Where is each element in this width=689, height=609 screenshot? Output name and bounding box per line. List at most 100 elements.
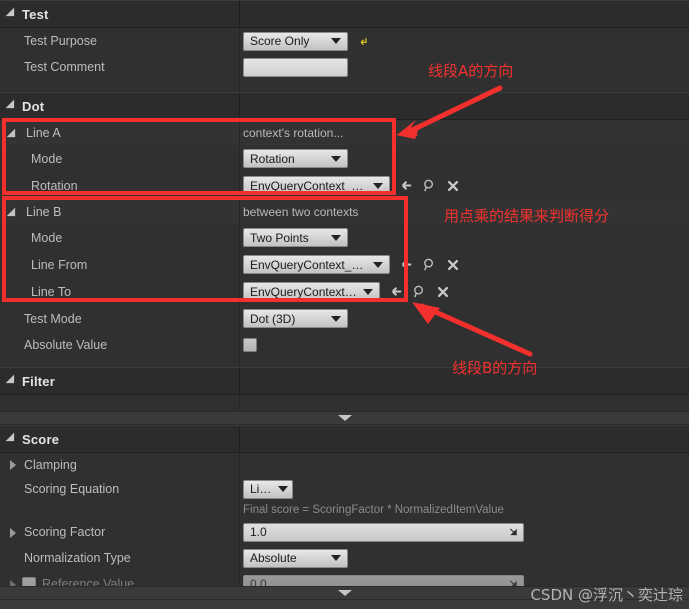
label-line-a-mode: Mode (31, 151, 63, 166)
normalization-type-dropdown[interactable]: Absolute (243, 548, 348, 568)
chevron-down-icon (278, 486, 288, 492)
column-splitter[interactable] (239, 172, 240, 199)
spacer (0, 358, 689, 367)
row-line-a-mode: Mode Rotation (0, 145, 689, 172)
section-header-test[interactable]: Test (0, 0, 689, 28)
filter-expander-bar[interactable] (0, 411, 689, 425)
collapse-triangle-icon[interactable] (10, 528, 16, 538)
test-mode-dropdown[interactable]: Dot (3D) (243, 309, 348, 328)
chevron-down-icon (337, 590, 352, 596)
line-a-rotation-value: EnvQueryContext_Querier (250, 178, 369, 193)
row-test-mode: Test Mode Dot (3D) (0, 305, 689, 332)
label-line-a: Line A (26, 125, 61, 140)
back-arrow-icon[interactable] (388, 284, 403, 299)
column-splitter[interactable] (239, 519, 240, 545)
clear-icon[interactable] (436, 285, 450, 299)
expand-triangle-icon (5, 374, 19, 388)
label-test-mode: Test Mode (24, 311, 82, 326)
test-comment-input[interactable] (243, 57, 348, 77)
collapse-triangle-icon (10, 460, 16, 470)
section-header-score[interactable]: Score (0, 425, 689, 453)
test-purpose-dropdown[interactable]: Score Only (243, 31, 348, 51)
column-splitter (239, 358, 240, 367)
column-splitter[interactable] (239, 426, 240, 452)
column-splitter[interactable] (239, 251, 240, 278)
label-scoring-factor: Scoring Factor (24, 525, 106, 539)
column-splitter[interactable] (239, 453, 240, 477)
section-title-score: Score (22, 431, 60, 447)
test-mode-value: Dot (3D) (250, 311, 296, 326)
back-arrow-icon[interactable] (398, 257, 413, 272)
section-title-dot: Dot (22, 98, 45, 114)
column-splitter[interactable] (239, 120, 240, 145)
column-splitter[interactable] (239, 305, 240, 332)
row-score-formula: Final score = ScoringFactor * Normalized… (0, 501, 689, 519)
drag-handle-icon[interactable] (509, 528, 518, 537)
line-a-summary: context's rotation... (243, 125, 344, 140)
column-splitter[interactable] (239, 224, 240, 251)
details-panel: Test Test Purpose Score Only Test Commen… (0, 0, 689, 609)
line-b-summary: between two contexts (243, 204, 359, 219)
column-splitter[interactable] (239, 54, 240, 80)
scoring-factor-input[interactable]: 1.0 (243, 522, 524, 542)
label-line-b: Line B (26, 204, 62, 219)
browse-icon[interactable] (422, 257, 437, 272)
browse-icon[interactable] (422, 178, 437, 193)
clear-icon[interactable] (446, 258, 460, 272)
scoring-equation-dropdown[interactable]: Linear (243, 479, 293, 499)
section-header-dot[interactable]: Dot (0, 92, 689, 120)
expand-triangle-icon (5, 99, 19, 113)
row-scoring-equation: Scoring Equation Linear (0, 477, 689, 501)
filter-empty-row (0, 395, 689, 411)
expand-triangle-icon (5, 432, 19, 446)
column-splitter[interactable] (239, 477, 240, 501)
label-line-b-mode: Mode (31, 230, 63, 245)
label-test-comment: Test Comment (24, 60, 105, 74)
chevron-down-icon (331, 555, 341, 561)
annotation-dot: 用点乘的结果来判断得分 (444, 207, 610, 225)
line-b-mode-dropdown[interactable]: Two Points (243, 228, 348, 247)
label-line-to: Line To (31, 284, 72, 299)
clear-icon[interactable] (446, 179, 460, 193)
chevron-down-icon (373, 182, 383, 189)
line-a-rotation-dropdown[interactable]: EnvQueryContext_Querier (243, 176, 390, 195)
column-splitter[interactable] (239, 332, 240, 358)
expand-triangle-icon (6, 128, 20, 142)
line-from-dropdown[interactable]: EnvQueryContext_Querier (243, 255, 390, 274)
row-scoring-factor: Scoring Factor 1.0 (0, 519, 689, 545)
line-to-value: EnvQueryContext_Item (250, 284, 359, 299)
browse-icon[interactable] (412, 284, 427, 299)
column-splitter[interactable] (239, 93, 240, 119)
section-header-filter[interactable]: Filter (0, 367, 689, 395)
column-splitter[interactable] (239, 278, 240, 305)
column-splitter[interactable] (239, 368, 240, 394)
back-arrow-icon[interactable] (398, 178, 413, 193)
line-a-mode-value: Rotation (250, 151, 295, 166)
section-title-filter: Filter (22, 373, 55, 389)
chevron-down-icon (331, 38, 341, 44)
row-line-b-mode: Mode Two Points (0, 224, 689, 251)
column-splitter[interactable] (239, 545, 240, 571)
line-a-mode-dropdown[interactable]: Rotation (243, 149, 348, 168)
line-to-dropdown[interactable]: EnvQueryContext_Item (243, 282, 380, 301)
chevron-down-icon (363, 288, 373, 295)
row-line-b-to: Line To EnvQueryContext_Item (0, 278, 689, 305)
column-splitter[interactable] (239, 145, 240, 172)
chevron-down-icon (373, 261, 383, 268)
label-scoring-equation: Scoring Equation (24, 482, 120, 496)
column-splitter (239, 80, 240, 92)
row-line-a-group[interactable]: Line A context's rotation... (0, 120, 689, 145)
column-splitter[interactable] (239, 199, 240, 224)
absolute-value-checkbox[interactable] (243, 338, 257, 352)
row-clamping[interactable]: Clamping (0, 453, 689, 477)
row-absolute-value: Absolute Value (0, 332, 689, 358)
score-formula-text: Final score = ScoringFactor * Normalized… (243, 504, 504, 516)
label-normalization-type: Normalization Type (24, 551, 131, 565)
column-splitter[interactable] (239, 1, 240, 27)
column-splitter[interactable] (239, 28, 240, 54)
label-clamping: Clamping (24, 458, 77, 472)
chevron-down-icon (331, 155, 341, 162)
reset-arrow-icon[interactable] (357, 35, 370, 48)
row-line-b-from: Line From EnvQueryContext_Querier (0, 251, 689, 278)
row-normalization-type: Normalization Type Absolute (0, 545, 689, 571)
